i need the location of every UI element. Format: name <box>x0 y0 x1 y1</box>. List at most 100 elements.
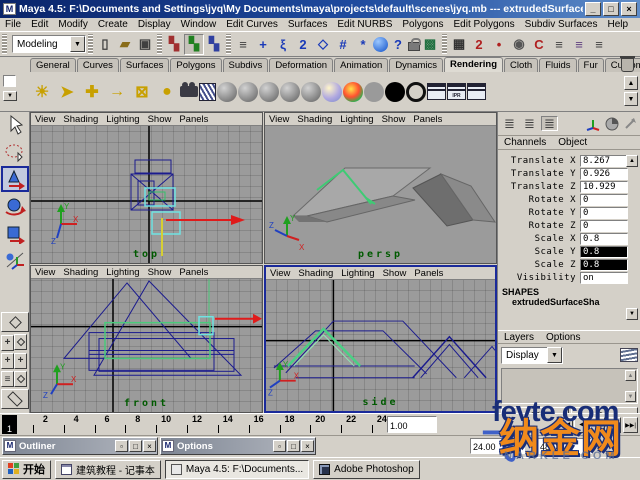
playback-button[interactable]: ▶▶ <box>606 417 621 433</box>
channel-value-field[interactable]: on <box>580 272 628 284</box>
options-menu[interactable]: Options <box>540 332 586 343</box>
layer-display-dropdown[interactable]: Display ▼ <box>501 347 563 364</box>
viewport-menu-item[interactable]: Panels <box>175 267 212 278</box>
viewport-top[interactable]: ViewShadingLightingShowPanels <box>30 112 263 264</box>
snap-curve-magnet-icon[interactable]: 2 <box>469 34 489 55</box>
channel-label[interactable]: Translate Z <box>498 182 580 192</box>
layout-persp-button[interactable] <box>14 371 27 387</box>
layout-single-pane-button[interactable] <box>1 312 29 332</box>
menu-item[interactable]: Subdiv Surfaces <box>520 19 603 30</box>
help-icon[interactable]: ? <box>388 34 408 55</box>
channel-value-field[interactable]: 0 <box>580 220 628 232</box>
select-tool-button[interactable] <box>1 112 29 138</box>
shelf-tab[interactable]: Dynamics <box>389 58 443 72</box>
mode-selector-dropdown[interactable]: Modeling ▼ <box>12 35 86 53</box>
layers-menu[interactable]: Layers <box>498 332 540 343</box>
layer-list[interactable]: ▲ ▼ <box>501 368 638 404</box>
menu-item[interactable]: Edit Polygons <box>449 19 520 30</box>
layout-pane-button[interactable]: + <box>14 353 27 369</box>
snap-to-planes-icon[interactable]: ◇ <box>313 34 333 55</box>
restore-icon[interactable]: ▫ <box>273 440 286 452</box>
arrow-up-right-icon[interactable] <box>623 117 637 131</box>
channel-label[interactable]: Scale Y <box>498 247 580 257</box>
shelf-tab[interactable]: Cloth <box>504 58 538 72</box>
channel-label[interactable]: Rotate Y <box>498 208 580 218</box>
viewport-menu-item[interactable]: Shading <box>59 114 102 125</box>
minimized-options-window[interactable]: M Options ▫ □ × <box>160 437 316 455</box>
shelf-tab[interactable]: Subdivs <box>223 58 269 72</box>
viewport-menu-item[interactable]: Lighting <box>102 114 143 125</box>
shelf-tab[interactable]: Animation <box>334 58 388 72</box>
directional-light-icon[interactable]: → <box>105 79 129 105</box>
minimize-button[interactable]: _ <box>585 2 601 16</box>
viewport-side[interactable]: ViewShadingLightingShowPanels <box>264 265 497 413</box>
viewport-menu-item[interactable]: View <box>265 114 293 125</box>
viewport-menu-item[interactable]: Shading <box>293 114 336 125</box>
channel-value-field[interactable]: 0.926 <box>580 168 628 180</box>
material-sphere-icon[interactable] <box>238 82 258 102</box>
channel-label[interactable]: Scale X <box>498 234 580 244</box>
viewport-menu-item[interactable]: Show <box>378 114 410 125</box>
scroll-down-icon[interactable]: ▼ <box>626 308 638 320</box>
viewport-front[interactable]: ViewShadingLightingShowPanels <box>30 265 263 413</box>
taskbar-task-button[interactable]: 建筑教程 - 记事本 <box>55 460 161 479</box>
viewport-persp[interactable]: ViewShadingLightingShowPanels Y Z X <box>264 112 497 264</box>
snap-point-magnet-icon[interactable]: • <box>489 34 509 55</box>
open-scene-icon[interactable]: ▰ <box>115 34 135 55</box>
shelf-tab[interactable]: General <box>30 58 76 72</box>
scroll-down-icon[interactable]: ▼ <box>625 391 636 402</box>
toolbar-drag-handle[interactable] <box>2 34 7 54</box>
viewport-menu-item[interactable]: Show <box>144 267 176 278</box>
layout-outliner-button[interactable]: ≡ <box>1 371 14 387</box>
shelf-tab[interactable]: Fluids <box>539 58 576 72</box>
make-live-magnet-icon[interactable]: C <box>529 34 549 55</box>
time-slider-ticks[interactable]: 24681012141618202224 <box>17 414 387 435</box>
channel-label[interactable]: Translate X <box>498 156 580 166</box>
close-icon[interactable]: × <box>301 440 314 452</box>
playback-end-field[interactable] <box>470 438 525 454</box>
shelf-scroll-down-icon[interactable]: ▼ <box>624 92 638 106</box>
ambient-light-icon[interactable]: ✚ <box>80 79 104 105</box>
shelf-tab[interactable]: Deformation <box>269 58 333 72</box>
point-light-icon[interactable]: ☀ <box>30 79 54 105</box>
move-tool-button[interactable] <box>1 166 29 192</box>
volume-light-icon[interactable]: ● <box>155 79 179 105</box>
layout-wide-pane-button[interactable] <box>1 389 29 409</box>
viewport-menu-item[interactable]: Panels <box>409 114 446 125</box>
new-scene-icon[interactable]: ▯ <box>95 34 115 55</box>
select-by-object-icon[interactable]: ▚ <box>184 34 204 55</box>
menu-item[interactable]: Polygons <box>397 19 448 30</box>
channels-menu[interactable]: Channels <box>498 137 552 148</box>
render-layer-icon[interactable] <box>199 83 216 101</box>
trash-icon[interactable] <box>621 58 634 72</box>
minimized-outliner-window[interactable]: M Outliner ▫ □ × <box>2 437 158 455</box>
material-sphere-icon[interactable] <box>301 82 321 102</box>
channel-label[interactable]: Rotate Z <box>498 221 580 231</box>
field-entry-icon-3[interactable]: ≡ <box>589 34 609 55</box>
viewport-menu-item[interactable]: Show <box>379 268 411 279</box>
maximize-icon[interactable]: □ <box>129 440 142 452</box>
menu-item[interactable]: Edit NURBS <box>332 19 397 30</box>
construction-history-icon[interactable]: * <box>353 34 373 55</box>
scroll-up-icon[interactable]: ▲ <box>625 370 636 381</box>
field-entry-icon-2[interactable]: ≡ <box>569 34 589 55</box>
close-button[interactable]: × <box>621 2 637 16</box>
viewport-menu-item[interactable]: Lighting <box>336 114 377 125</box>
playback-button[interactable]: ▶ <box>590 417 605 433</box>
restore-icon[interactable]: ▫ <box>115 440 128 452</box>
field-entry-icon-1[interactable]: ≡ <box>549 34 569 55</box>
viewport-menu-item[interactable]: Shading <box>294 268 337 279</box>
viewport-menu-item[interactable]: Lighting <box>102 267 143 278</box>
snap-view-plane-icon[interactable]: ◉ <box>509 34 529 55</box>
material-sphere-icon[interactable] <box>259 82 279 102</box>
taskbar-task-button[interactable]: Maya 4.5: F:\Documents... <box>165 460 309 479</box>
menu-item[interactable]: Help <box>603 19 634 30</box>
shelf-tab[interactable]: Rendering <box>444 57 503 72</box>
show-layer-editor-icon[interactable]: ≣ <box>521 116 538 131</box>
material-sphere-icon[interactable] <box>280 82 300 102</box>
menu-item[interactable]: Edit <box>26 19 53 30</box>
snap-to-grids-icon[interactable]: + <box>253 34 273 55</box>
toolbar-divider[interactable] <box>442 34 447 54</box>
object-menu[interactable]: Object <box>552 137 593 148</box>
material-sphere-rainbow-icon[interactable] <box>343 82 363 102</box>
